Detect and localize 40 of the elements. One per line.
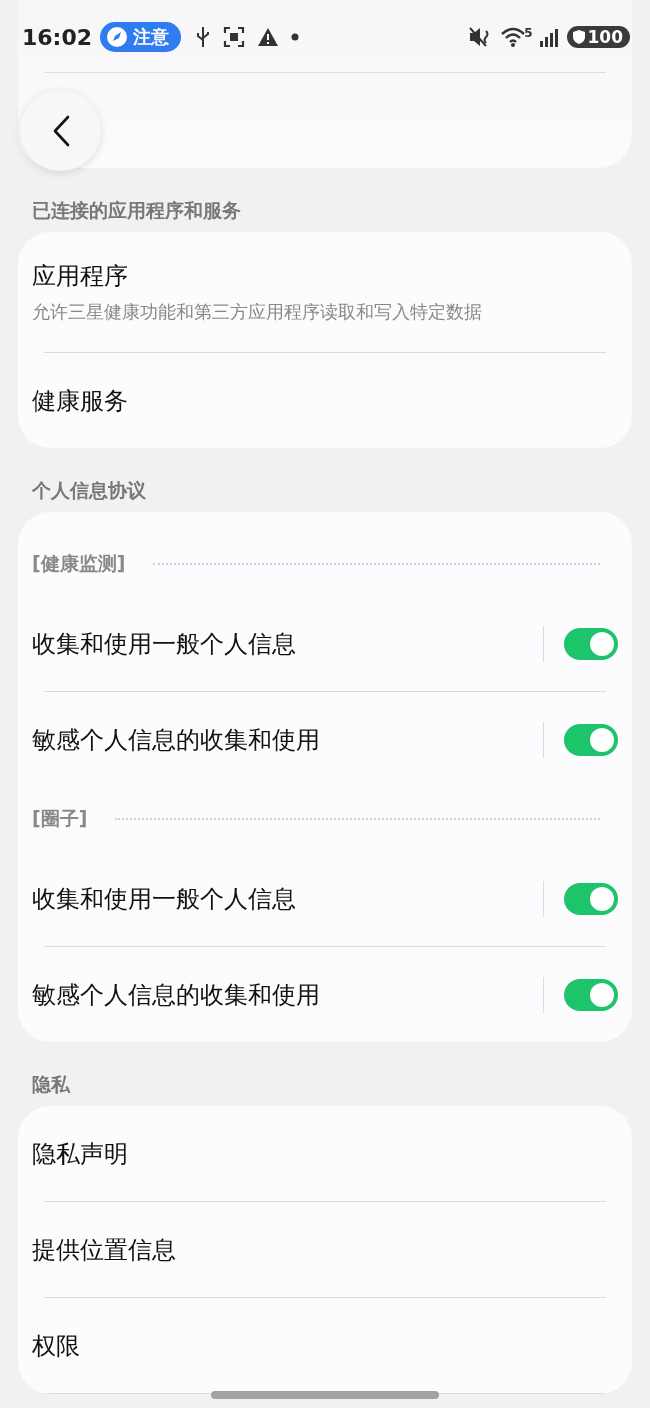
row-description: 允许三星健康功能和第三方应用程序读取和写入特定数据 xyxy=(32,300,483,324)
settings-row[interactable]: 敏感个人信息的收集和使用 xyxy=(18,947,632,1042)
row-title: 隐私声明 xyxy=(32,1138,129,1170)
battery-indicator: 100 xyxy=(566,26,630,48)
row-title: 提供位置信息 xyxy=(32,1234,177,1266)
section-header: 个人信息协议 xyxy=(31,478,147,503)
row-title: 敏感个人信息的收集和使用 xyxy=(32,979,321,1011)
row-title: 应用程序 xyxy=(32,261,129,292)
settings-row[interactable]: 应用程序 允许三星健康功能和第三方应用程序读取和写入特定数据 xyxy=(18,232,632,352)
warning-icon xyxy=(257,27,280,47)
row-title: 收集和使用一般个人信息 xyxy=(32,883,297,915)
settings-row[interactable]: 健康服务 xyxy=(18,353,632,448)
section-header: 已连接的应用程序和服务 xyxy=(31,198,242,223)
notification-chip[interactable]: 注意 xyxy=(100,22,182,52)
toggle-switch[interactable] xyxy=(564,723,618,756)
row-title: 收集和使用一般个人信息 xyxy=(32,628,297,660)
group-label: [健康监测] xyxy=(32,551,126,576)
row-title: 健康服务 xyxy=(32,385,129,417)
settings-row[interactable]: 提供位置信息 xyxy=(18,1202,632,1297)
usb-icon xyxy=(195,26,212,48)
settings-row[interactable]: 敏感个人信息的收集和使用 xyxy=(18,692,632,787)
settings-row[interactable]: 隐私声明 xyxy=(18,1106,632,1201)
signal-icon xyxy=(538,27,561,47)
back-icon xyxy=(51,114,70,147)
toggle-switch[interactable] xyxy=(564,978,618,1011)
clock: 16:02 xyxy=(22,24,93,50)
wifi-label: 5 xyxy=(524,26,533,40)
shield-icon xyxy=(571,29,586,45)
wifi-icon xyxy=(500,26,527,48)
toggle-switch[interactable] xyxy=(564,627,618,660)
settings-row[interactable]: 权限 xyxy=(18,1298,632,1393)
screenshot-icon xyxy=(223,26,246,48)
group-label: [圈子] xyxy=(32,806,88,831)
settings-row[interactable]: 收集和使用一般个人信息 xyxy=(18,851,632,946)
settings-row[interactable]: 收集和使用一般个人信息 xyxy=(18,596,632,691)
section-header: 隐私 xyxy=(31,1072,72,1097)
toggle-switch[interactable] xyxy=(564,882,618,915)
row-title: 敏感个人信息的收集和使用 xyxy=(32,724,321,756)
dot-icon xyxy=(291,33,300,41)
row-title: 权限 xyxy=(32,1330,81,1362)
